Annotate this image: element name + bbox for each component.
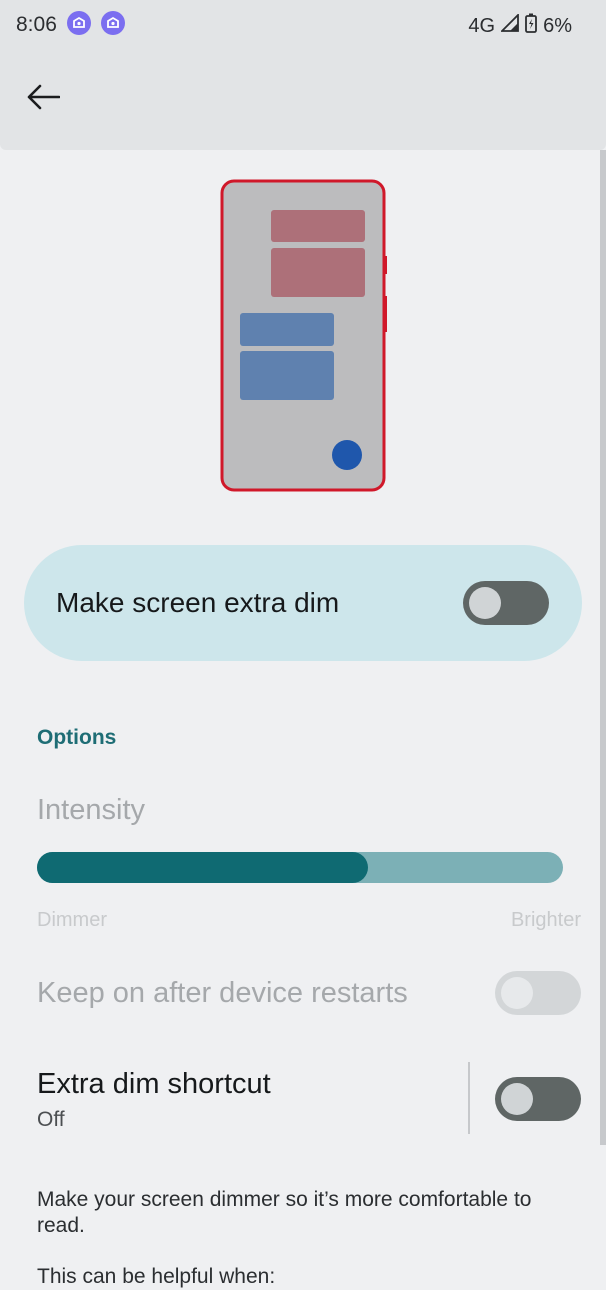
keep-on-label: Keep on after device restarts	[37, 977, 408, 1009]
app-bar	[0, 50, 606, 150]
slider-max-label: Brighter	[510, 909, 581, 931]
back-button[interactable]	[18, 76, 68, 122]
app-notification-icon	[67, 11, 91, 35]
intensity-label: Intensity	[37, 794, 145, 826]
toggle-knob	[501, 1083, 533, 1115]
footer-description: Make your screen dimmer so it’s more com…	[37, 1188, 532, 1237]
slider-fill	[37, 852, 369, 883]
status-time: 8:06	[16, 13, 57, 36]
network-type: 4G	[468, 14, 496, 37]
shortcut-label: Extra dim shortcut	[37, 1068, 271, 1100]
toggle-knob	[469, 587, 501, 619]
main-switch-label: Make screen extra dim	[56, 587, 340, 618]
battery-icon	[525, 13, 537, 39]
options-header: Options	[37, 726, 117, 749]
shortcut-summary: Off	[37, 1108, 65, 1131]
row-divider	[468, 1062, 470, 1134]
status-indicators: 4G 6%	[468, 12, 572, 39]
intensity-slider[interactable]	[37, 852, 563, 883]
shortcut-toggle[interactable]	[495, 1077, 581, 1121]
arrow-back-icon	[26, 83, 61, 116]
battery-percent: 6%	[543, 14, 572, 37]
footer-helpful-intro: This can be helpful when:	[37, 1265, 276, 1288]
scrollbar[interactable]	[600, 150, 606, 1145]
signal-icon	[499, 12, 519, 38]
app-notification-icon	[101, 11, 125, 35]
slider-min-label: Dimmer	[37, 909, 107, 931]
extra-dim-main-switch[interactable]: Make screen extra dim	[24, 545, 582, 661]
status-bar: 8:06 4G 6%	[0, 0, 606, 50]
extra-dim-illustration	[219, 178, 389, 494]
toggle-knob	[501, 977, 533, 1009]
keep-on-toggle[interactable]	[495, 971, 581, 1015]
main-toggle-switch[interactable]	[463, 581, 549, 625]
